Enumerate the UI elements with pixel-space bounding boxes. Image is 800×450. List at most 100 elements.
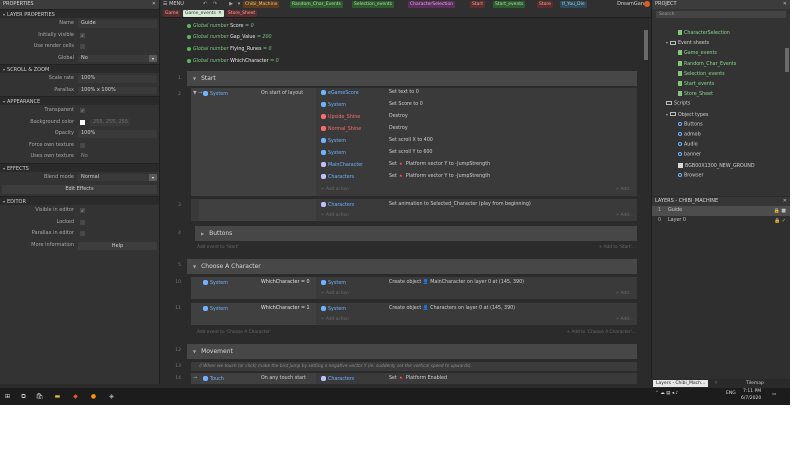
action-text[interactable]: Set 🔺 Platform vector Y to -JumpStrength bbox=[389, 162, 490, 167]
event-sheet[interactable]: Global number Score = 0 Global number Ga… bbox=[161, 19, 650, 384]
force-own-texture-checkbox[interactable] bbox=[80, 142, 85, 148]
add-link[interactable]: + Add... bbox=[616, 291, 633, 296]
add-link[interactable]: + Add... bbox=[616, 317, 633, 322]
tab-selection-events[interactable]: Selection_events bbox=[352, 1, 395, 8]
action-object[interactable]: Characters bbox=[321, 174, 354, 180]
close-icon[interactable]: ✕ bbox=[152, 0, 156, 9]
tab-game[interactable]: Game bbox=[163, 10, 181, 17]
condition-block[interactable]: → Touch On any touch start bbox=[191, 373, 316, 384]
clock-time[interactable]: 7:11 PM bbox=[743, 389, 761, 394]
global-var-gap-value[interactable]: Global number Gap_Value = 200 bbox=[187, 34, 272, 42]
layer-row[interactable]: 0 Layer 0 🔒 ✓ bbox=[652, 216, 790, 226]
event-which-character-0[interactable]: System WhichCharacter = 0 System Create … bbox=[191, 277, 637, 299]
comment-row[interactable]: // When we touch (or click) make the bir… bbox=[191, 362, 637, 371]
locked-checkbox[interactable] bbox=[80, 219, 85, 225]
action-object[interactable]: System bbox=[321, 306, 346, 312]
action-object[interactable]: Upside_Shine bbox=[321, 114, 360, 120]
action-object[interactable]: eGameScore bbox=[321, 90, 359, 96]
layer-row[interactable]: 1 Guide 🔒 ■ bbox=[652, 206, 790, 216]
condition-text[interactable]: On start of layout bbox=[261, 91, 303, 96]
redo-icon[interactable]: ↷ bbox=[211, 1, 219, 8]
condition-object[interactable]: System bbox=[203, 280, 228, 286]
project-search-input[interactable]: Search bbox=[656, 11, 786, 18]
tree-item[interactable]: Game_events bbox=[678, 50, 717, 56]
event-start-of-layout[interactable]: ▼ → System On start of layout eGameScore… bbox=[191, 88, 637, 196]
tab-layers[interactable]: Layers - Chibi_Mach... bbox=[653, 380, 709, 387]
action-object[interactable]: Characters bbox=[321, 376, 354, 382]
name-field[interactable]: Guide bbox=[78, 20, 157, 28]
condition-object[interactable]: Touch bbox=[203, 376, 224, 382]
section-appearance[interactable]: ▾ APPEARANCE bbox=[0, 96, 159, 105]
folder-icon[interactable]: ▬ bbox=[53, 392, 62, 401]
condition-block[interactable]: System WhichCharacter = 0 bbox=[191, 277, 316, 299]
action-object[interactable]: Characters bbox=[321, 202, 354, 208]
visible-in-editor-checkbox[interactable]: ✓ bbox=[80, 208, 85, 213]
action-text[interactable]: Destroy bbox=[389, 114, 408, 119]
tab-start-events[interactable]: Start_events bbox=[493, 1, 526, 8]
tab-game-events[interactable]: Game_events bbox=[183, 10, 218, 17]
bg-color-field[interactable]: 255, 255, 255 bbox=[90, 118, 130, 126]
action-text[interactable]: Set text to 0 bbox=[389, 90, 419, 95]
lock-icon[interactable]: 🔒 ✓ bbox=[774, 216, 786, 226]
action-text[interactable]: Create object 👤 Characters on layer 0 at… bbox=[389, 306, 515, 311]
group-buttons[interactable]: ▶ Buttons bbox=[195, 226, 637, 241]
event-which-character-1[interactable]: System WhichCharacter = 1 System Create … bbox=[191, 303, 637, 325]
condition-object[interactable]: System bbox=[203, 91, 228, 97]
parallax-field[interactable]: 100% x 100% bbox=[78, 86, 157, 94]
blend-mode-select[interactable]: Normal ▾ bbox=[78, 173, 157, 181]
start-icon[interactable]: ⊞ bbox=[3, 392, 12, 401]
color-swatch[interactable] bbox=[80, 119, 85, 125]
tab-store-sheet[interactable]: Store_Sheet bbox=[226, 10, 258, 17]
action-text[interactable]: Create object 👤 MainCharacter on layer 0… bbox=[389, 280, 524, 285]
close-icon[interactable]: ✕ bbox=[711, 380, 721, 387]
tree-item[interactable]: admob bbox=[678, 132, 701, 138]
tab-random-char-events[interactable]: Random_Char_Events bbox=[290, 1, 343, 8]
tab-tilemap[interactable]: Tilemap bbox=[743, 380, 767, 387]
tree-item[interactable]: ▾ Event sheets bbox=[666, 40, 709, 46]
group-start[interactable]: ▼ Start bbox=[187, 71, 637, 86]
clock-date[interactable]: 6/7/2020 bbox=[741, 396, 761, 401]
section-editor[interactable]: ▾ EDITOR bbox=[0, 196, 159, 205]
global-var-score[interactable]: Global number Score = 0 bbox=[187, 23, 254, 31]
section-scroll-zoom[interactable]: ▾ SCROLL & ZOOM bbox=[0, 64, 159, 73]
add-event-link[interactable]: Add event to 'Choose A Character' bbox=[197, 330, 271, 335]
construct-icon[interactable]: ◆ bbox=[71, 392, 80, 401]
tree-item[interactable]: Store_Sheet bbox=[678, 91, 713, 97]
add-action-link[interactable]: + Add action bbox=[321, 291, 349, 296]
action-object[interactable]: System bbox=[321, 150, 346, 156]
sheet-scrollbar[interactable] bbox=[643, 19, 649, 384]
condition-text[interactable]: WhichCharacter = 1 bbox=[261, 306, 310, 311]
add-link[interactable]: + Add... bbox=[616, 187, 633, 192]
tree-item[interactable]: Audio bbox=[678, 142, 698, 148]
tree-item[interactable]: Scripts bbox=[666, 101, 690, 107]
global-var-flying-runes[interactable]: Global number Flying_Runes = 0 bbox=[187, 46, 272, 54]
action-text[interactable]: Set scroll Y to 600 bbox=[389, 150, 432, 155]
add-to-start-link[interactable]: + Add to 'Start'... bbox=[599, 245, 636, 250]
condition-text[interactable]: WhichCharacter = 0 bbox=[261, 280, 310, 285]
action-text[interactable]: Set 🔺 Platform vector Y to -JumpStrength bbox=[389, 174, 490, 179]
global-select[interactable]: No ▾ bbox=[78, 54, 157, 62]
parallax-in-editor-checkbox[interactable] bbox=[80, 231, 85, 236]
tab-chibi-machine[interactable]: Chibi_Machine bbox=[243, 1, 280, 8]
section-effects[interactable]: ▾ EFFECTS bbox=[0, 162, 159, 172]
play-icon[interactable]: ▶ bbox=[227, 1, 235, 8]
event-touch-start[interactable]: → Touch On any touch start Characters Se… bbox=[191, 373, 637, 384]
condition-block[interactable] bbox=[199, 199, 316, 221]
action-object[interactable]: System bbox=[321, 102, 346, 108]
edit-effects-button[interactable]: Edit Effects bbox=[2, 185, 157, 194]
transparent-checkbox[interactable]: ✓ bbox=[80, 108, 85, 113]
add-link[interactable]: + Add... bbox=[616, 213, 633, 218]
group-choose-a-character[interactable]: ▼ Choose A Character bbox=[187, 259, 637, 274]
add-action-link[interactable]: + Add action bbox=[321, 187, 349, 192]
close-icon[interactable]: ✕ bbox=[783, 0, 787, 9]
opacity-field[interactable]: 100% bbox=[78, 130, 157, 138]
tab-store[interactable]: Store bbox=[537, 1, 553, 8]
global-var-which-character[interactable]: Global number WhichCharacter = 0 bbox=[187, 58, 279, 66]
condition-block[interactable]: ▼ → System On start of layout bbox=[191, 88, 316, 196]
action-object[interactable]: System bbox=[321, 280, 346, 286]
undo-icon[interactable]: ↶ bbox=[201, 1, 209, 8]
close-icon[interactable]: ✕ bbox=[783, 197, 787, 206]
add-action-link[interactable]: + Add action bbox=[321, 213, 349, 218]
menu-button[interactable]: ☰ MENU bbox=[163, 1, 184, 7]
notification-icon[interactable]: ▭ bbox=[772, 392, 776, 397]
